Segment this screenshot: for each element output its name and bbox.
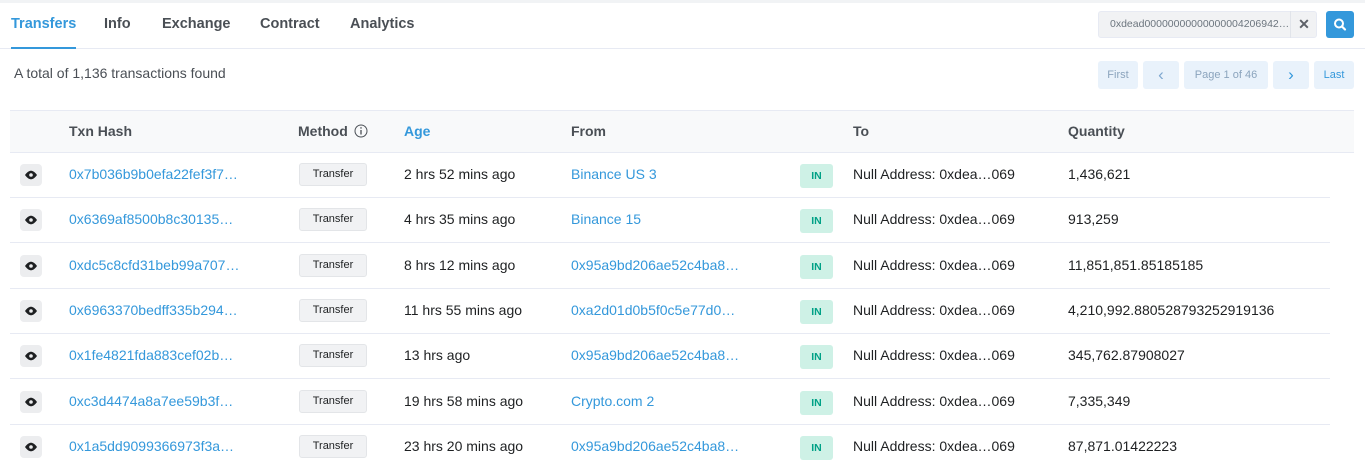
view-details-button[interactable]: [20, 254, 42, 280]
info-icon[interactable]: [354, 124, 368, 138]
page-indicator: Page 1 of 46: [1184, 61, 1268, 89]
direction-badge: IN: [800, 390, 833, 415]
tab-contract[interactable]: Contract: [260, 3, 320, 49]
eye-icon: [20, 170, 42, 189]
txn-hash-link[interactable]: 0xc3d4474a8a7ee59b3f…: [69, 393, 244, 409]
age-value: 23 hrs 20 mins ago: [404, 437, 524, 454]
age-value: 13 hrs ago: [404, 347, 471, 364]
table-row: 0x1a5dd9099366973f3a… Transfer 23 hrs 20 m…: [10, 425, 1330, 462]
eye-icon: [20, 261, 42, 280]
direction-badge: IN: [800, 254, 833, 279]
method-badge: Transfer: [299, 253, 367, 277]
quantity-value: 913,259: [1068, 211, 1119, 228]
from-address-link[interactable]: 0xa2d01d0b5f0c5e77d0…: [571, 302, 746, 318]
last-page-button[interactable]: Last: [1314, 61, 1354, 89]
from-address-link[interactable]: Crypto.com 2: [571, 393, 746, 409]
method-badge: Transfer: [299, 163, 367, 186]
tab-exchange[interactable]: Exchange: [162, 3, 231, 49]
transactions-total: A total of 1,136 transactions found: [14, 65, 226, 81]
header-age[interactable]: Age: [404, 123, 430, 139]
method-badge: Transfer: [299, 298, 367, 322]
txn-hash-link[interactable]: 0x7b036b9b0efa22fef3f7…: [69, 166, 244, 182]
table-row: 0x6963370bedff335b294… Transfer 11 hrs 55 …: [10, 289, 1330, 334]
direction-badge: IN: [800, 164, 833, 188]
txn-hash-link[interactable]: 0x1fe4821fda883cef02b…: [69, 347, 244, 363]
tab-analytics[interactable]: Analytics: [350, 3, 414, 49]
from-address-link[interactable]: Binance US 3: [571, 166, 746, 182]
header-quantity: Quantity: [1068, 123, 1125, 139]
table-header: Txn Hash Method Age From To Quantity: [10, 110, 1354, 153]
direction-badge: IN: [800, 209, 833, 234]
method-badge: Transfer: [299, 208, 367, 232]
from-address-link[interactable]: 0x95a9bd206ae52c4ba8…: [571, 438, 746, 454]
txn-hash-link[interactable]: 0x6369af8500b8c30135…: [69, 211, 244, 227]
search-input[interactable]: 0xdead0000000000000000420694206942069420…: [1098, 11, 1317, 38]
to-address: Null Address: 0xdea…069: [853, 392, 1015, 409]
txn-hash-link[interactable]: 0xdc5c8cfd31beb99a707…: [69, 257, 244, 273]
txn-hash-link[interactable]: 0x1a5dd9099366973f3a…: [69, 438, 244, 454]
age-value: 8 hrs 12 mins ago: [404, 256, 516, 273]
clear-search-button[interactable]: ✕: [1290, 11, 1317, 38]
header-txn-hash: Txn Hash: [69, 123, 133, 139]
to-address: Null Address: 0xdea…069: [853, 347, 1015, 364]
txn-hash-link[interactable]: 0x6963370bedff335b294…: [69, 302, 244, 318]
direction-badge: IN: [800, 299, 833, 324]
header-method: Method: [298, 123, 368, 139]
to-address: Null Address: 0xdea…069: [853, 211, 1015, 228]
view-details-button[interactable]: [20, 299, 42, 325]
method-badge: Transfer: [299, 434, 367, 458]
view-details-button[interactable]: [20, 209, 42, 234]
next-page-button[interactable]: ›: [1273, 61, 1309, 89]
to-address: Null Address: 0xdea…069: [853, 166, 1015, 182]
age-value: 11 hrs 55 mins ago: [404, 301, 523, 318]
tab-info[interactable]: Info: [104, 3, 131, 49]
quantity-value: 1,436,621: [1068, 166, 1131, 182]
age-value: 4 hrs 35 mins ago: [404, 211, 516, 228]
table-row: 0xc3d4474a8a7ee59b3f… Transfer 19 hrs 58 m…: [10, 380, 1330, 425]
method-badge: Transfer: [299, 344, 367, 368]
search-value: 0xdead0000000000000000420694206942069420…: [1110, 18, 1290, 30]
prev-page-button[interactable]: ‹: [1143, 61, 1179, 89]
age-value: 19 hrs 58 mins ago: [404, 392, 524, 409]
eye-icon: [20, 397, 42, 416]
quantity-value: 4,210,992.880528793252919136: [1068, 301, 1275, 318]
table-row: 0x7b036b9b0efa22fef3f7… Transfer 2 hrs 52 …: [10, 153, 1330, 198]
view-details-button[interactable]: [20, 164, 42, 186]
from-address-link[interactable]: 0x95a9bd206ae52c4ba8…: [571, 257, 746, 273]
to-address: Null Address: 0xdea…069: [853, 437, 1015, 454]
table-row: 0xdc5c8cfd31beb99a707… Transfer 8 hrs 12 m…: [10, 244, 1330, 289]
header-method-label: Method: [298, 123, 348, 139]
table-row: 0x6369af8500b8c30135… Transfer 4 hrs 35 mi…: [10, 198, 1330, 244]
view-details-button[interactable]: [20, 390, 42, 416]
from-address-link[interactable]: 0x95a9bd206ae52c4ba8…: [571, 347, 746, 363]
eye-icon: [20, 442, 42, 461]
table-row: 0x1fe4821fda883cef02b… Transfer 13 hrs ago…: [10, 334, 1330, 380]
header-from: From: [571, 123, 606, 139]
search-icon: [1334, 18, 1347, 31]
to-address: Null Address: 0xdea…069: [853, 256, 1015, 273]
quantity-value: 11,851,851.85185185: [1068, 256, 1204, 273]
header-to: To: [853, 123, 870, 139]
eye-icon: [20, 306, 42, 325]
tab-transfers[interactable]: Transfers: [11, 3, 77, 49]
to-address: Null Address: 0xdea…069: [853, 301, 1015, 318]
quantity-value: 87,871.01422223: [1068, 437, 1177, 454]
direction-badge: IN: [800, 345, 833, 370]
from-address-link[interactable]: Binance 15: [571, 211, 746, 227]
age-value: 2 hrs 52 mins ago: [404, 166, 516, 182]
direction-badge: IN: [800, 435, 833, 460]
eye-icon: [20, 351, 42, 370]
quantity-value: 345,762.87908027: [1068, 347, 1185, 364]
quantity-value: 7,335,349: [1068, 392, 1131, 409]
method-badge: Transfer: [299, 389, 367, 413]
view-details-button[interactable]: [20, 435, 42, 461]
close-icon: ✕: [1298, 16, 1310, 32]
first-page-button[interactable]: First: [1098, 61, 1138, 89]
eye-icon: [20, 215, 42, 234]
view-details-button[interactable]: [20, 345, 42, 370]
search-button[interactable]: [1326, 11, 1354, 38]
